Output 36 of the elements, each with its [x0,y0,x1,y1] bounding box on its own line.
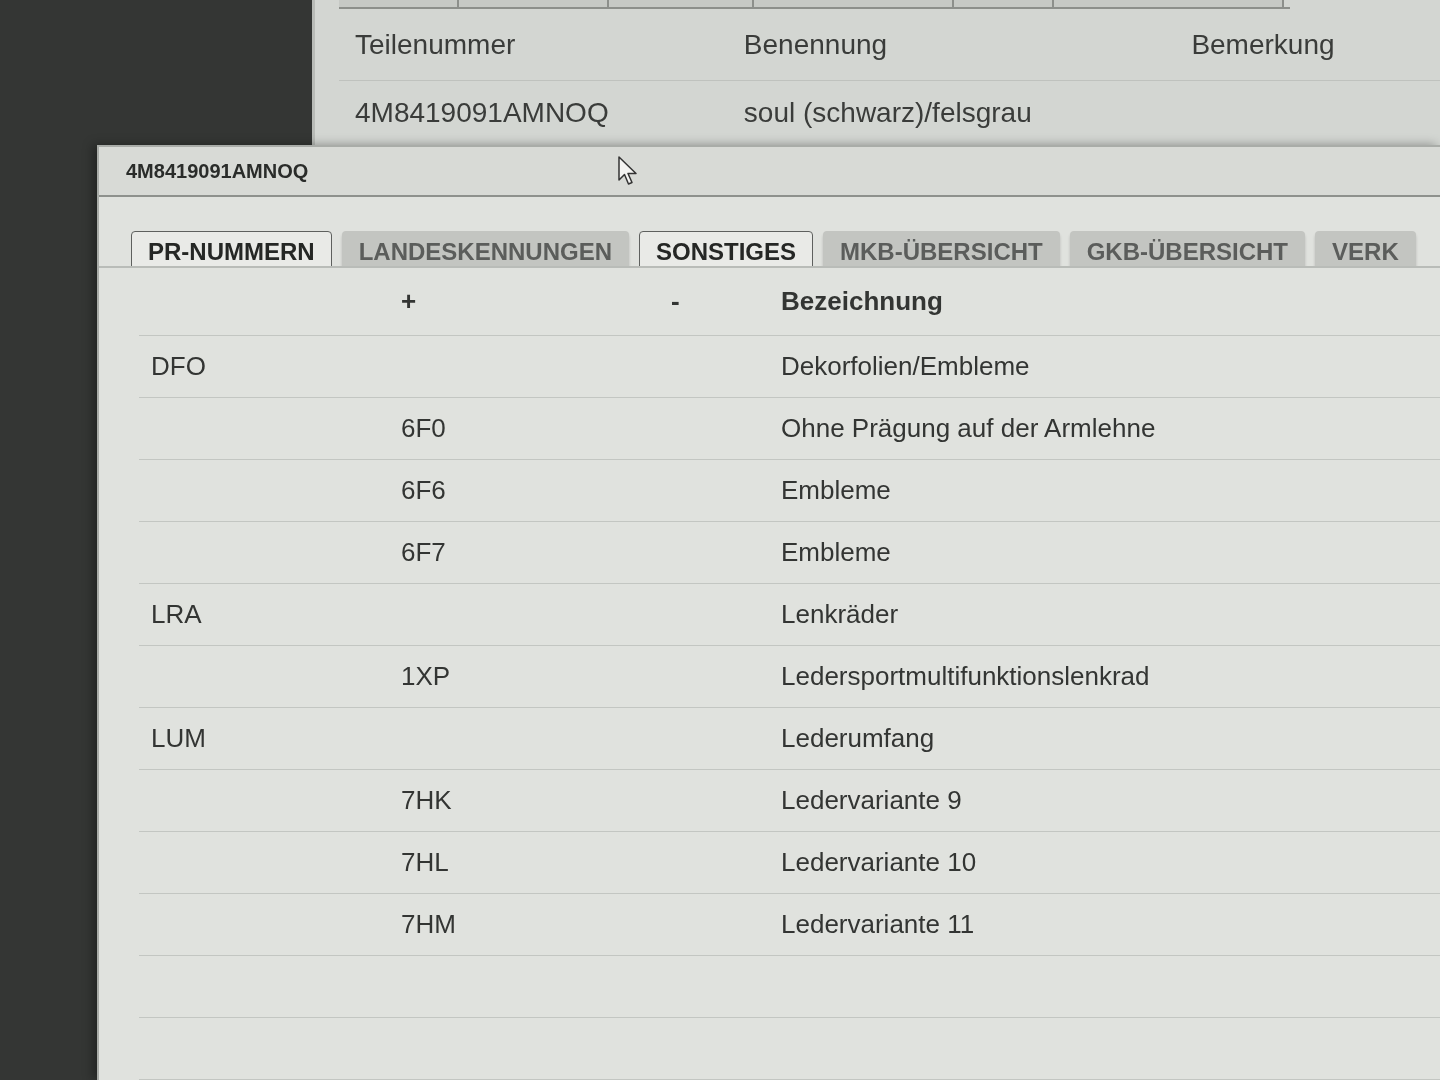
table-cell-text: Lenkräder [781,598,900,631]
tab[interactable]: LANDESKENNUNGEN [341,231,629,266]
column-header: Benennung [743,27,889,62]
table-cell-text: Ledervariante 9 [781,784,963,817]
table-cell-text: 7HK [401,784,453,817]
table-cell-text: Ledervariante 10 [781,846,978,879]
table-cell-text: Ledersportmultifunktionslenkrad [781,660,1151,693]
tab[interactable]: GKB-ÜBERSICHT [1069,231,1306,266]
table-cell-text: Lederumfang [781,722,936,755]
tab[interactable]: VERK [1315,231,1416,266]
table-cell-text: 6F6 [401,474,447,507]
table-cell-text: LRA [150,598,203,631]
table-cell-text: soul (schwarz)/felsgrau [743,96,1033,130]
column-header: Bezeichnung [781,285,944,318]
table-cell-text: 6F0 [401,412,447,445]
table-cell-text: 7HM [401,908,457,941]
table-cell-text: Ohne Prägung auf der Armlehne [781,412,1157,445]
column-header: Bemerkung [1191,27,1336,62]
table-cell-text: Embleme [781,536,892,569]
pointer-icon [618,156,639,187]
column-header: Teilenummer [355,27,517,62]
tab[interactable]: SONSTIGES [639,231,814,266]
table-cell-text: 1XP [401,660,452,693]
column-header: + [401,285,418,318]
table-cell-text: 6F7 [401,536,447,569]
tab[interactable]: MKB-ÜBERSICHT [823,231,1060,266]
window-title: 4M8419091AMNOQ [126,159,309,185]
tab[interactable]: PR-NUMMERN [131,231,332,266]
table-cell-text: Dekorfolien/Embleme [781,350,1031,383]
table-cell-text: Ledervariante 11 [781,908,976,941]
table-cell-text: DFO [150,350,207,383]
table-cell-text: Embleme [781,474,892,507]
table-cell-text: LUM [150,722,207,755]
column-header: - [671,285,681,318]
table-cell-text: 7HL [401,846,450,879]
table-cell-text: 4M8419091AMNOQ [355,96,610,130]
